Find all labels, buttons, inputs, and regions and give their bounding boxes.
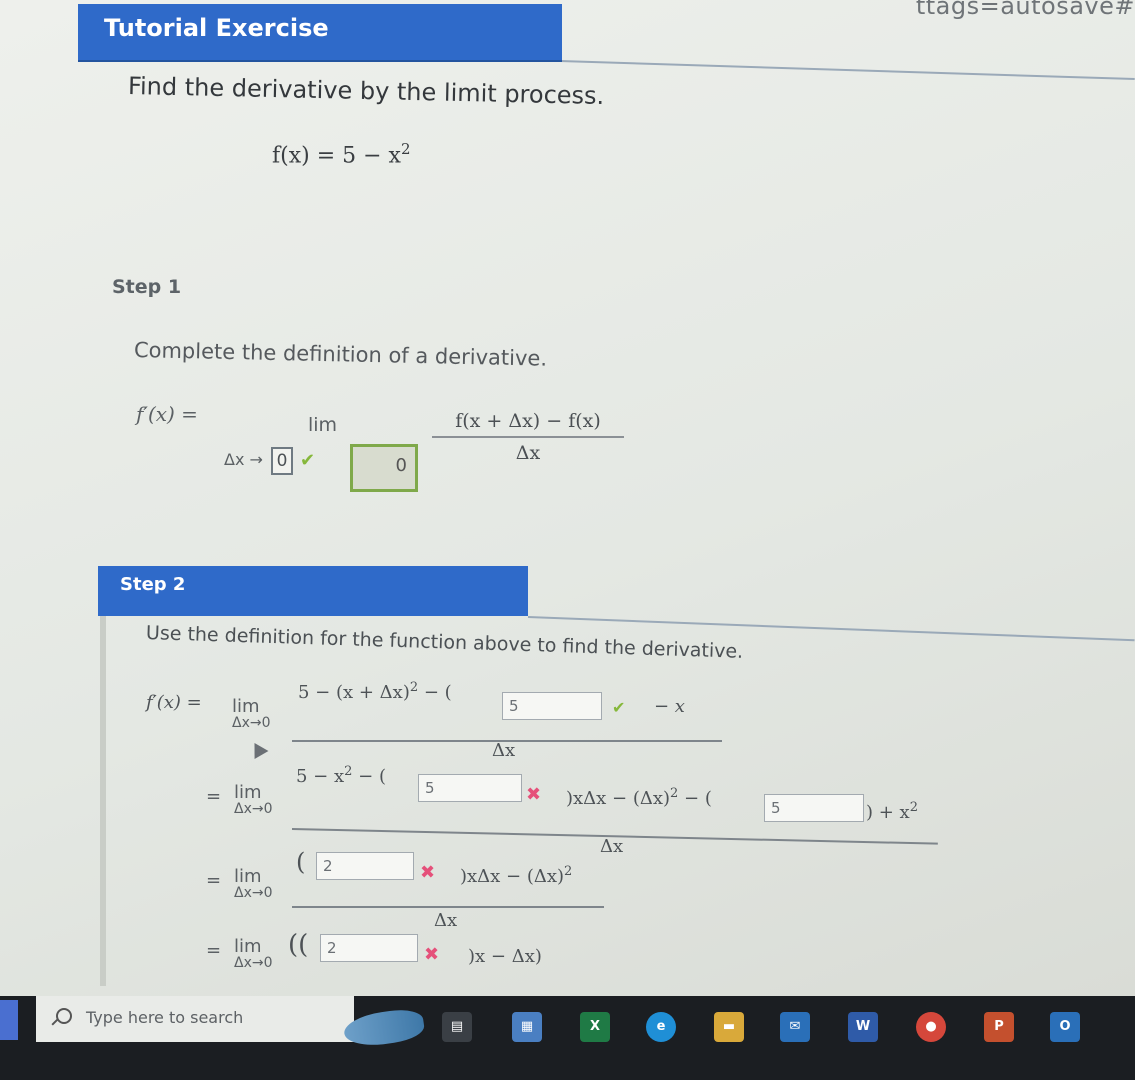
row3-numerator-mid: )xΔx − (Δx)2 [460,864,572,887]
row3-fraction-line [292,906,604,908]
taskbar-search[interactable]: Type here to search [36,996,354,1042]
row1-num-mid: − ( [418,682,452,703]
tutorial-header: Tutorial Exercise [78,4,562,62]
row1-lim-text: lim [232,696,260,717]
row2-lim-text: lim [234,782,262,803]
edge-icon[interactable]: e [646,1012,676,1042]
row1-lim-sub: Δx→0 [232,715,271,731]
row1-input[interactable]: 5 [502,692,602,720]
row1-lim: lim Δx→0 [232,696,271,731]
task-view-icon[interactable]: ▤ [442,1012,472,1042]
word-icon[interactable]: W [848,1012,878,1042]
step2-instruction: Use the definition for the function abov… [145,622,744,663]
row2-input-2[interactable]: 5 [764,794,864,822]
row2-numerator-left: 5 − x2 − ( [296,764,386,787]
row2-open2: − ( [678,788,712,809]
step2-label: Step 2 [120,574,186,595]
row4-open: (( [288,930,309,960]
row2-input-1[interactable]: 5 [418,774,522,802]
row2-lim-sub: Δx→0 [234,801,273,817]
row3-lim: lim Δx→0 [234,866,273,901]
function-definition: f(x) = 5 − x2 [272,140,411,168]
row1-check-icon: ✔ [612,698,626,717]
row4-lim-text: lim [234,936,262,957]
row2-mid: )xΔx − (Δx) [566,788,671,809]
browser-page: ttags=autosave# Tutorial Exercise Find t… [0,0,1135,1000]
row4-mid: )x − Δx) [468,946,542,967]
function-lhs: f(x) = 5 − x [272,143,401,169]
row1-denominator: Δx [492,740,516,761]
excel-icon[interactable]: X [580,1012,610,1042]
row2-end: ) + x [866,802,910,823]
row4-incorrect-icon: ✖ [424,944,440,965]
row2-incorrect-icon: ✖ [526,784,542,805]
row2-denominator: Δx [600,836,624,857]
row3-denominator: Δx [434,910,458,931]
row2-open: − ( [352,766,386,787]
function-exponent: 2 [400,140,411,158]
store-icon[interactable]: ▦ [512,1012,542,1042]
step1-lhs: f′(x) = [136,402,198,426]
row2-end-exp: 2 [909,800,918,815]
step1-answer-value: 0 [395,455,407,476]
row4-lim: lim Δx→0 [234,936,273,971]
files-icon[interactable]: ▬ [714,1012,744,1042]
row4-lim-sub: Δx→0 [234,955,273,971]
row4-eq: = [206,940,222,961]
row3-lim-text: lim [234,866,262,887]
step2-panel-edge [100,616,106,986]
step1-numerator: f(x + Δx) − f(x) [432,410,624,438]
step2-lhs: f′(x) = [146,692,202,713]
row2-eq: = [206,786,222,807]
step1-lim: lim [308,414,338,436]
row3-input[interactable]: 2 [316,852,414,880]
search-icon [56,1008,72,1024]
mouse-cursor-icon [247,738,269,760]
tutorial-title: Tutorial Exercise [104,14,329,42]
step1-answer-box[interactable]: 0 [350,444,418,492]
row4-input[interactable]: 2 [320,934,418,962]
step1-limit-input[interactable]: 0 [271,447,293,475]
row3-eq: = [206,870,222,891]
correct-check-icon: ✔ [300,450,316,471]
search-placeholder: Type here to search [86,1008,244,1027]
row2-numerator-end: ) + x2 [866,800,918,823]
step1-instruction: Complete the definition of a derivative. [133,338,548,371]
step2-header: Step 2 [98,566,528,616]
row3-incorrect-icon: ✖ [420,862,436,883]
row2-num-left: 5 − x [296,766,345,787]
row2-numerator-mid: )xΔx − (Δx)2 − ( [566,786,712,809]
step1-denominator: Δx [515,442,541,464]
row3-mid: )xΔx − (Δx) [460,866,565,887]
chrome-icon[interactable]: ● [916,1012,946,1042]
row1-num-right: − x [654,696,685,717]
url-fragment: ttags=autosave# [915,0,1135,20]
row3-mid-exp: 2 [564,864,573,879]
row1-numerator: 5 − (x + Δx)2 − ( [298,680,452,703]
row2-lim: lim Δx→0 [234,782,273,817]
problem-instruction: Find the derivative by the limit process… [127,72,605,110]
row1-exp: 2 [409,680,419,695]
windows-start-icon[interactable] [0,1000,18,1040]
row3-lim-sub: Δx→0 [234,885,273,901]
row1-num-left: 5 − (x + Δx) [298,682,410,703]
row3-open: ( [296,848,306,876]
step1-lim-subscript: Δx → [224,450,263,469]
outlook-icon[interactable]: O [1050,1012,1080,1042]
step1-fraction: f(x + Δx) − f(x) Δx [432,410,624,464]
step1-label: Step 1 [112,276,182,298]
header-rule [559,60,1135,81]
mail-icon[interactable]: ✉ [780,1012,810,1042]
powerpoint-icon[interactable]: P [984,1012,1014,1042]
